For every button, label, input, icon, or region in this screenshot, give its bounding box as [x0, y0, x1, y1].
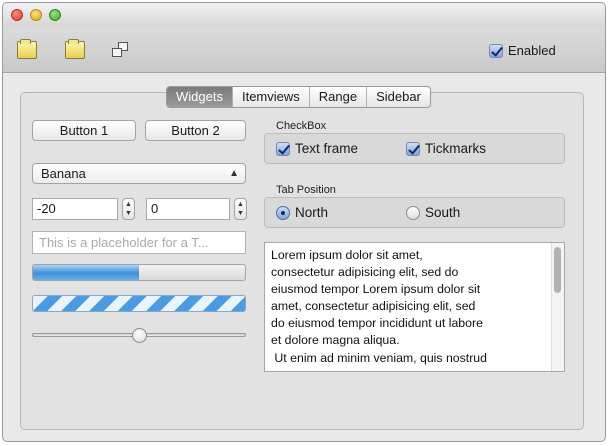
title-bar — [3, 3, 605, 27]
checkmark-icon — [489, 43, 503, 58]
open-document-icon[interactable] — [65, 39, 87, 61]
tickmarks-checkbox[interactable]: Tickmarks — [406, 141, 486, 156]
tab-sidebar[interactable]: Sidebar — [367, 87, 430, 107]
tab-widgets[interactable]: Widgets — [167, 87, 233, 107]
minimize-window-icon[interactable] — [30, 9, 42, 21]
radio-unselected-icon — [406, 205, 420, 220]
radio-selected-icon — [276, 205, 290, 220]
south-radio[interactable]: South — [406, 205, 460, 220]
tab-itemviews[interactable]: Itemviews — [233, 87, 310, 107]
checkmark-icon — [276, 141, 290, 156]
tab-position-group: North South — [264, 197, 565, 228]
spinbox-1-stepper[interactable]: ▲ ▼ — [122, 198, 135, 220]
text-frame-label: Text frame — [295, 141, 359, 156]
zoom-window-icon[interactable] — [49, 9, 61, 21]
text-frame-checkbox[interactable]: Text frame — [276, 141, 358, 156]
copy-icon[interactable] — [111, 41, 133, 61]
fruit-combobox[interactable]: Banana ▲︎ — [32, 163, 246, 184]
button-1[interactable]: Button 1 — [32, 120, 136, 141]
enabled-label: Enabled — [508, 43, 556, 58]
line-edit[interactable]: This is a placeholder for a T... — [32, 231, 246, 254]
checkbox-group-title: CheckBox — [276, 120, 327, 132]
scrollbar-thumb[interactable] — [554, 247, 561, 293]
tab-position-group-title: Tab Position — [276, 184, 336, 196]
new-document-icon[interactable] — [17, 39, 39, 61]
vertical-scrollbar[interactable] — [551, 243, 564, 371]
checkmark-icon — [406, 141, 420, 156]
slider-handle[interactable] — [132, 328, 147, 343]
checkbox-group: Text frame Tickmarks — [264, 133, 565, 164]
close-window-icon[interactable] — [11, 9, 23, 21]
text-edit-content: Lorem ipsum dolor sit amet, consectetur … — [271, 248, 487, 365]
text-edit[interactable]: Lorem ipsum dolor sit amet, consectetur … — [264, 242, 565, 372]
spinbox-2-field[interactable]: 0 — [146, 198, 230, 220]
spinbox-2-stepper[interactable]: ▲ ▼ — [234, 198, 247, 220]
enabled-checkbox[interactable]: Enabled — [489, 43, 556, 58]
progress-bar — [32, 264, 246, 281]
progress-fill — [33, 265, 139, 280]
spinbox-1-field[interactable]: -20 — [32, 198, 118, 220]
tab-range[interactable]: Range — [310, 87, 368, 107]
south-label: South — [425, 205, 461, 220]
toolbar: Enabled — [3, 27, 605, 73]
button-2[interactable]: Button 2 — [145, 120, 246, 141]
combobox-value: Banana — [41, 166, 86, 181]
updown-arrows-icon: ▲︎ — [229, 168, 239, 179]
tickmarks-label: Tickmarks — [425, 141, 486, 156]
tab-bar: Widgets Itemviews Range Sidebar — [166, 86, 431, 108]
north-label: North — [295, 205, 329, 220]
north-radio[interactable]: North — [276, 205, 328, 220]
busy-indicator — [32, 295, 246, 312]
